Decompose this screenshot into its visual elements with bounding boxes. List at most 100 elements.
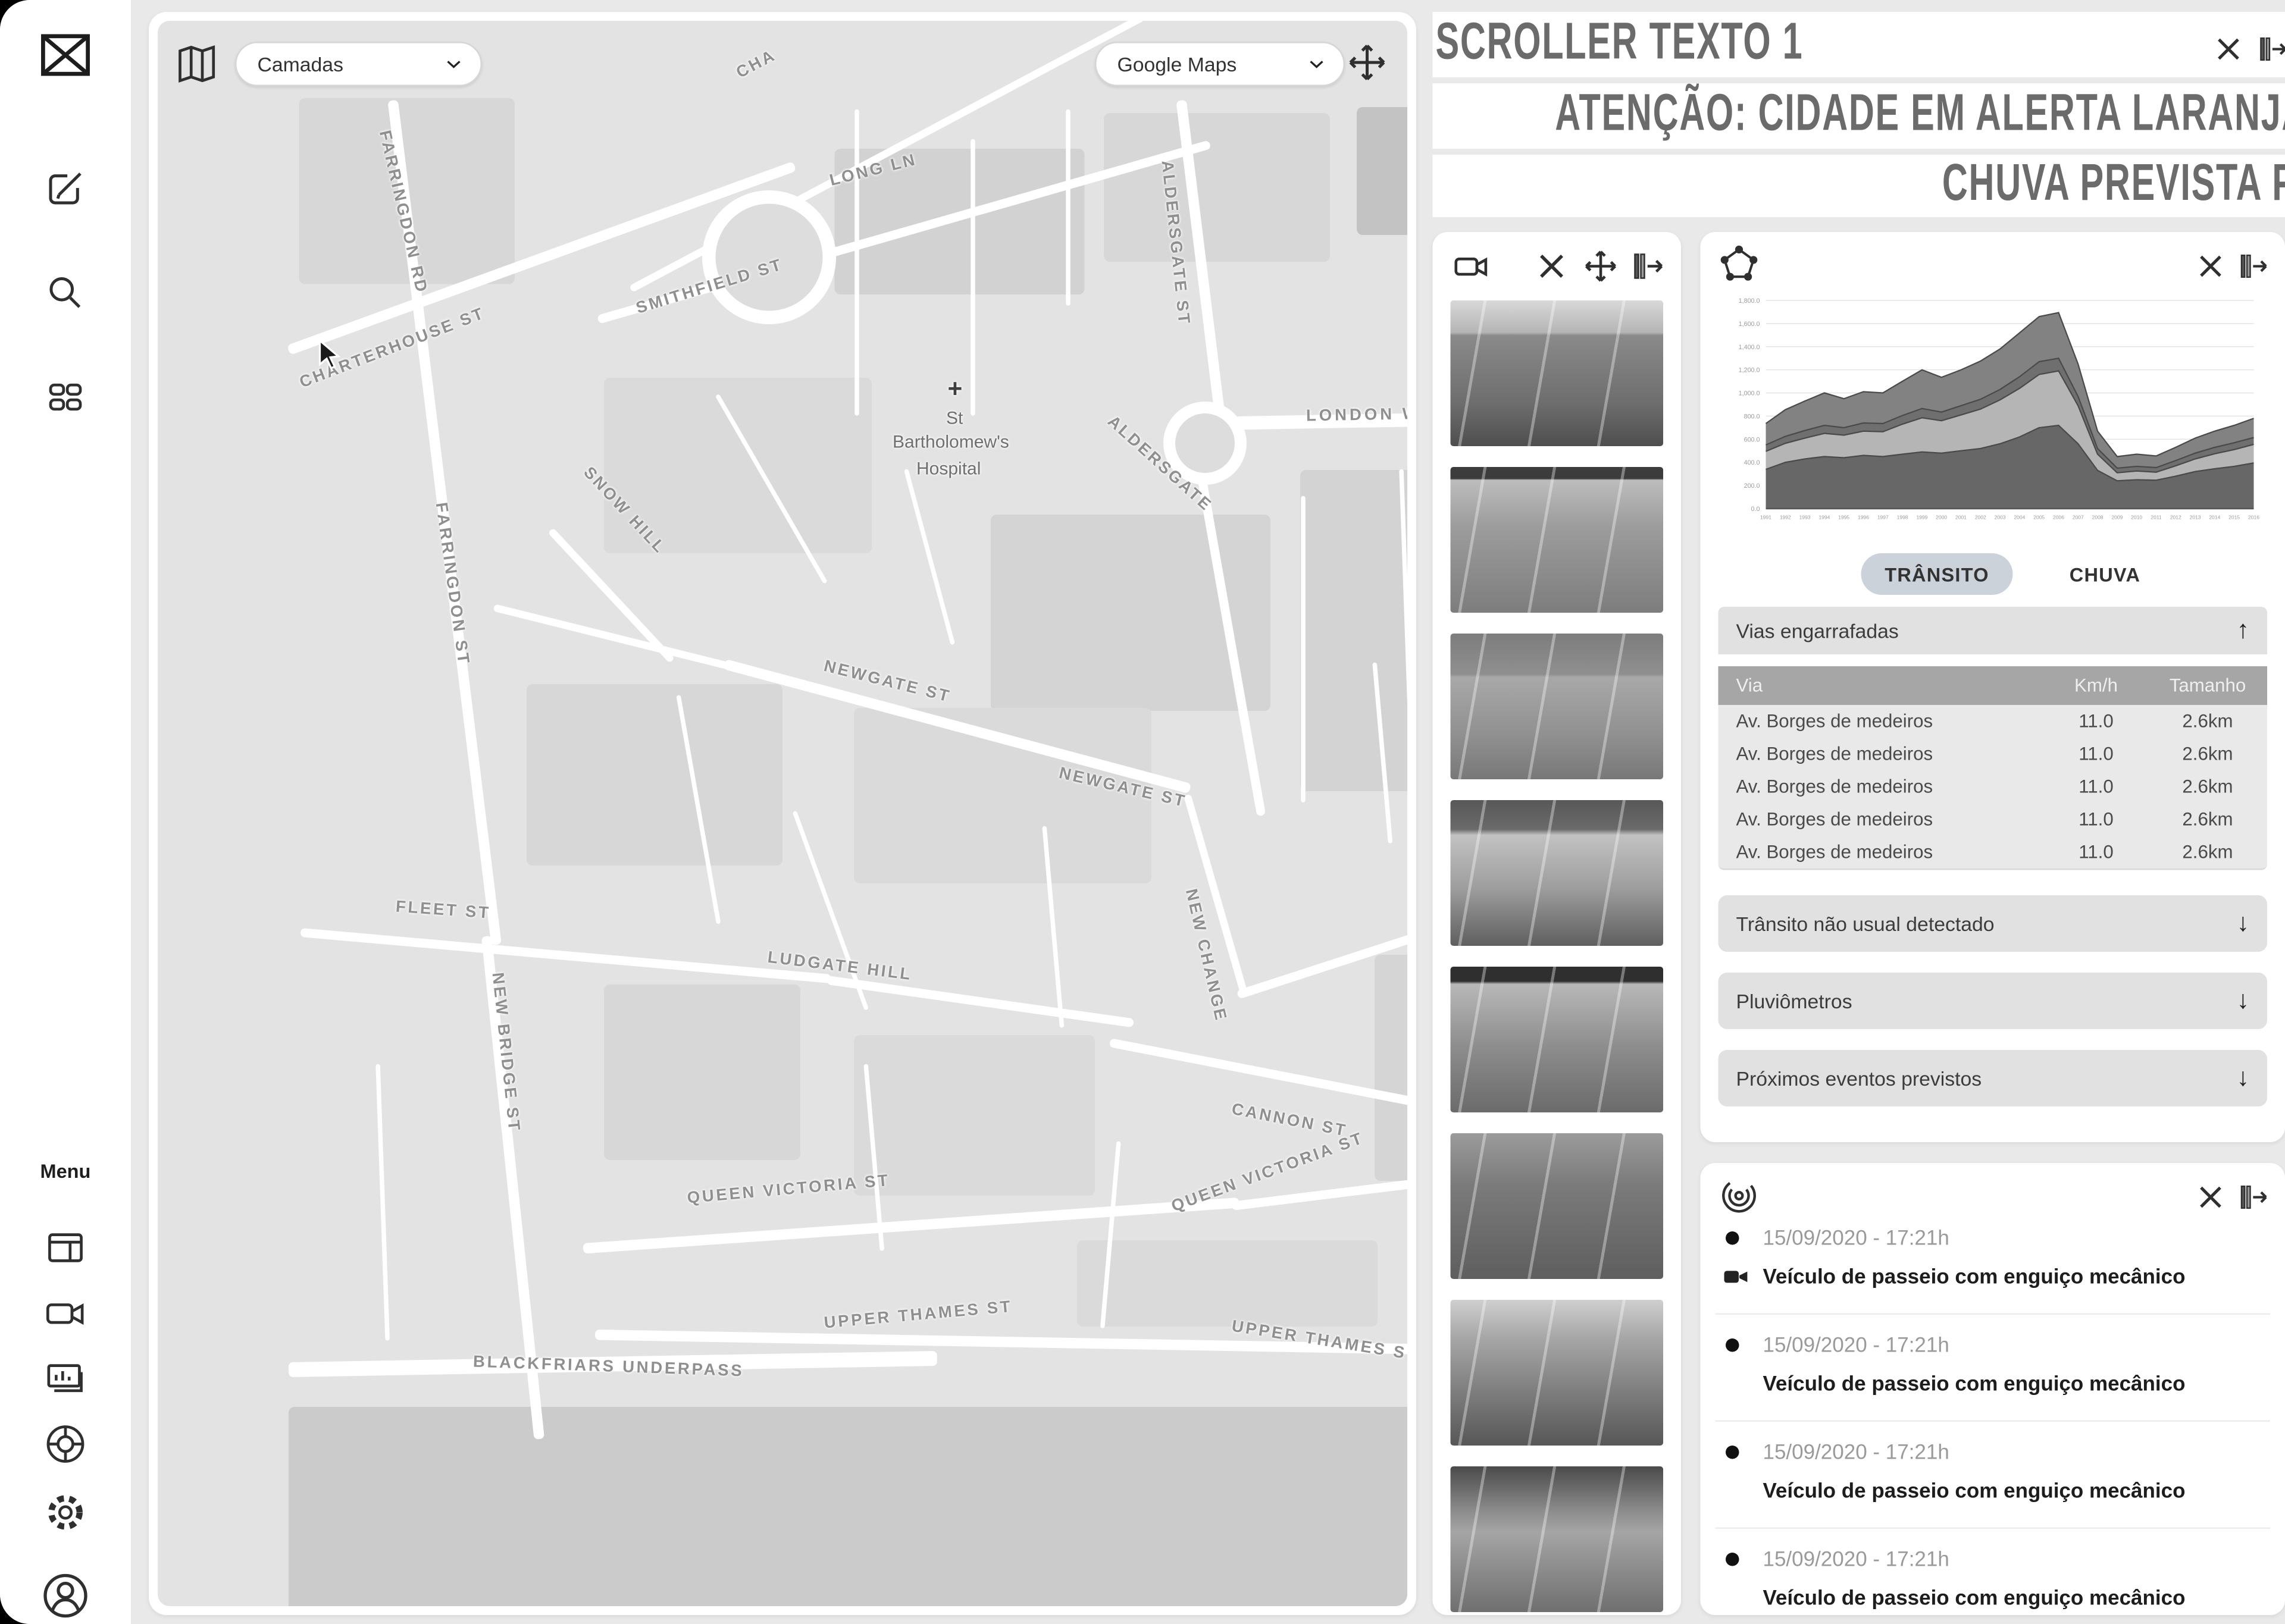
camera-thumbnail-highway-evening[interactable] bbox=[1451, 1133, 1664, 1279]
tab-chuva[interactable]: CHUVA bbox=[2058, 553, 2153, 595]
collapse-right-icon[interactable] bbox=[2236, 250, 2272, 283]
chevron-down-icon bbox=[1305, 52, 1329, 76]
event-description: Veículo de passeio com enguiço mecânico bbox=[1763, 1371, 2186, 1395]
table-cell: 2.6km bbox=[2148, 711, 2267, 732]
camera-thumbnail-highway-overview[interactable] bbox=[1451, 967, 1664, 1112]
table-cell: 11.0 bbox=[2044, 809, 2148, 830]
spiral-icon bbox=[1719, 1175, 1760, 1217]
arrow-down-icon: ↓ bbox=[2237, 986, 2249, 1016]
map-label: CHA bbox=[734, 46, 780, 82]
camera-thumbnail-road-hillside[interactable] bbox=[1451, 1466, 1664, 1612]
camera-thumbnail-road-junction[interactable] bbox=[1451, 634, 1664, 779]
vias-table-header: ViaKm/hTamanho bbox=[1719, 666, 2268, 705]
banner-row-3: CHUVA PREVISTA PARA bbox=[1433, 155, 2285, 217]
dashboard-icon[interactable] bbox=[43, 1225, 88, 1270]
event-date: 15/09/2020 - 17:21h bbox=[1763, 1333, 1949, 1356]
svg-text:800.0: 800.0 bbox=[1744, 413, 1760, 420]
arrow-down-icon: ↓ bbox=[2237, 1064, 2249, 1093]
svg-text:1996: 1996 bbox=[1858, 515, 1869, 521]
mouse-cursor-icon bbox=[318, 339, 348, 372]
camera-thumbnail-highway-cloudy[interactable] bbox=[1451, 1300, 1664, 1446]
close-icon[interactable] bbox=[2212, 33, 2245, 65]
svg-text:1,600.0: 1,600.0 bbox=[1739, 321, 1760, 328]
svg-text:400.0: 400.0 bbox=[1744, 459, 1760, 466]
street-segment bbox=[300, 928, 831, 983]
search-icon[interactable] bbox=[43, 271, 88, 315]
street-segment bbox=[827, 976, 1134, 1027]
event-bullet bbox=[1726, 1553, 1739, 1566]
svg-text:600.0: 600.0 bbox=[1744, 436, 1760, 443]
accordion-1[interactable]: Trânsito não usual detectado↓ bbox=[1719, 895, 2268, 952]
map-fold-icon[interactable] bbox=[173, 42, 217, 86]
settings-gear-icon[interactable] bbox=[43, 1490, 88, 1535]
table-cell: 2.6km bbox=[2148, 809, 2267, 830]
svg-text:2006: 2006 bbox=[2053, 515, 2064, 521]
basemap-select[interactable]: Google Maps bbox=[1095, 42, 1345, 86]
svg-text:1997: 1997 bbox=[1877, 515, 1889, 521]
arrow-up-icon: ↑ bbox=[2237, 616, 2249, 645]
app: Menu CHAFARRINGDON RDCHARTERHOUSE STLONG… bbox=[0, 0, 2285, 1624]
vias-section-title: Vias engarrafadas bbox=[1736, 619, 1899, 642]
street-segment bbox=[854, 109, 859, 416]
camera-thumbnail-highway-heavy-traffic[interactable] bbox=[1451, 300, 1664, 446]
tab-transito[interactable]: TRÂNSITO bbox=[1861, 553, 2013, 595]
map-label: UPPER THAMES ST bbox=[824, 1298, 1013, 1333]
svg-text:2012: 2012 bbox=[2170, 515, 2181, 521]
arrow-down-icon: ↓ bbox=[2237, 909, 2249, 939]
table-cell: 11.0 bbox=[2044, 842, 2148, 863]
svg-text:1,000.0: 1,000.0 bbox=[1739, 390, 1760, 397]
collapse-right-icon[interactable] bbox=[1630, 249, 1666, 284]
camera-thumbnail-highway-two-carriageways[interactable] bbox=[1451, 467, 1664, 613]
event-bullet bbox=[1726, 1338, 1739, 1352]
svg-text:1,200.0: 1,200.0 bbox=[1739, 367, 1760, 374]
help-buoy-icon[interactable] bbox=[43, 1422, 88, 1466]
svg-text:1,400.0: 1,400.0 bbox=[1739, 344, 1760, 351]
vias-table-body: Av. Borges de medeiros11.02.6kmAv. Borge… bbox=[1719, 705, 2268, 869]
svg-text:2008: 2008 bbox=[2092, 515, 2104, 521]
accordion-2[interactable]: Pluviômetros↓ bbox=[1719, 973, 2268, 1029]
close-icon[interactable] bbox=[2195, 1181, 2227, 1214]
map-block bbox=[604, 985, 800, 1160]
event-description: Veículo de passeio com enguiço mecânico bbox=[1763, 1264, 2186, 1288]
layers-select-value: Camadas bbox=[258, 53, 442, 76]
svg-text:1991: 1991 bbox=[1760, 515, 1771, 521]
table-cell: Av. Borges de medeiros bbox=[1719, 711, 2045, 732]
move-pan-icon[interactable] bbox=[1582, 247, 1620, 286]
svg-text:2004: 2004 bbox=[2014, 515, 2025, 521]
divider bbox=[1716, 1313, 2271, 1315]
edit-icon[interactable] bbox=[43, 167, 88, 211]
close-icon[interactable] bbox=[1534, 249, 1570, 284]
camera-thumbnail-bridge-congestion[interactable] bbox=[1451, 800, 1664, 946]
event-bullet bbox=[1726, 1446, 1739, 1459]
accordion-label: Próximos eventos previstos bbox=[1736, 1067, 1982, 1090]
vias-table: ViaKm/hTamanho Av. Borges de medeiros 11.… bbox=[1719, 666, 2268, 870]
menu-label: Menu bbox=[0, 1160, 131, 1183]
cameras-panel bbox=[1433, 232, 1682, 1615]
close-icon[interactable] bbox=[2195, 250, 2227, 283]
collapse-right-icon[interactable] bbox=[2255, 33, 2285, 65]
profile-icon[interactable] bbox=[40, 1570, 91, 1621]
app-page: Menu CHAFARRINGDON RDCHARTERHOUSE STLONG… bbox=[0, 0, 2285, 1624]
map-block bbox=[289, 1407, 1407, 1606]
street-segment bbox=[1066, 109, 1070, 306]
report-board-icon[interactable] bbox=[43, 1356, 88, 1401]
street-segment bbox=[493, 604, 740, 672]
layers-select[interactable]: Camadas bbox=[235, 42, 482, 86]
map-label: CANNON ST bbox=[1230, 1101, 1348, 1140]
apps-grid-icon[interactable] bbox=[43, 375, 88, 419]
video-camera-icon[interactable] bbox=[1452, 247, 1491, 286]
video-camera-icon bbox=[1721, 1266, 1751, 1290]
vias-section-header[interactable]: Vias engarrafadas ↑ bbox=[1719, 607, 2268, 654]
map-label: St bbox=[946, 407, 963, 428]
map-canvas[interactable]: CHAFARRINGDON RDCHARTERHOUSE STLONG LNSM… bbox=[158, 21, 1407, 1606]
svg-text:2000: 2000 bbox=[1936, 515, 1947, 521]
svg-text:2016: 2016 bbox=[2248, 515, 2259, 521]
accordion-3[interactable]: Próximos eventos previstos ↓ bbox=[1719, 1050, 2268, 1106]
svg-text:1,800.0: 1,800.0 bbox=[1739, 297, 1760, 305]
sidebar: Menu bbox=[0, 0, 131, 1624]
map-block bbox=[1357, 107, 1407, 235]
move-pan-icon[interactable] bbox=[1345, 40, 1389, 85]
map-label: FLEET ST bbox=[395, 898, 492, 923]
collapse-right-icon[interactable] bbox=[2236, 1181, 2272, 1214]
video-camera-icon[interactable] bbox=[43, 1291, 88, 1335]
